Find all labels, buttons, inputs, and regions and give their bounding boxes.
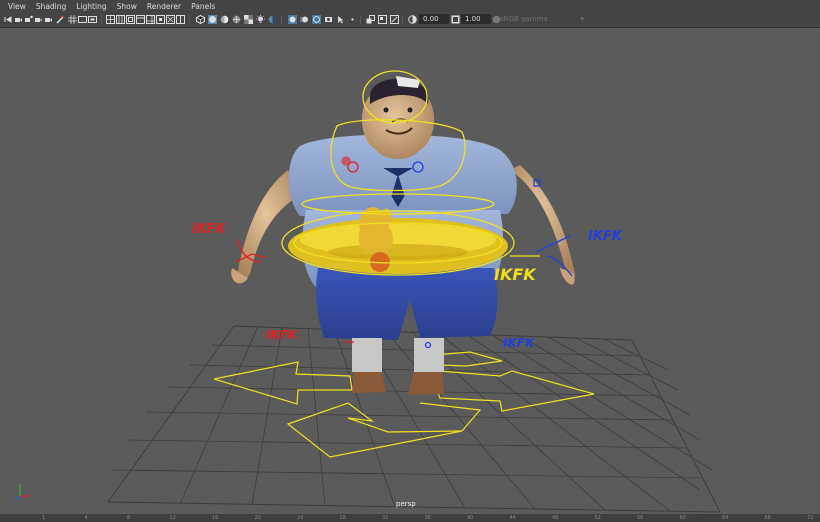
toolbar-separator	[101, 15, 102, 25]
hud-icon[interactable]	[378, 15, 387, 24]
time-ruler[interactable]: 1481216202428323640444852566064687276	[0, 514, 820, 522]
wireframe-shaded-icon[interactable]	[196, 15, 205, 24]
ruler-tick-label: 16	[212, 515, 219, 521]
default-material-icon[interactable]	[220, 15, 229, 24]
ruler-tick-label: 24	[297, 515, 304, 521]
ikfk-spine-label[interactable]: IKFK	[494, 265, 537, 284]
exposure-icon[interactable]	[408, 15, 417, 24]
ruler-tick-label: 20	[254, 515, 261, 521]
ikfk-right-arm-label[interactable]: IKFK	[192, 222, 227, 237]
snap-icon[interactable]	[348, 15, 357, 24]
2d-pan-zoom-icon[interactable]	[44, 15, 53, 24]
menu-lighting[interactable]: Lighting	[71, 0, 111, 13]
safe-action-icon[interactable]	[126, 15, 135, 24]
ikfk-left-leg-label[interactable]: IKFK	[503, 336, 536, 350]
isolate-select-icon[interactable]	[156, 15, 165, 24]
view-transform-value: sRGB gamma	[500, 15, 548, 23]
ruler-tick-label: 44	[509, 515, 516, 521]
chevron-down-icon: ▾	[580, 15, 584, 23]
ruler-tick-label: 32	[382, 515, 389, 521]
ruler-tick-label: 68	[764, 515, 771, 521]
wireframe-on-shaded-icon[interactable]	[232, 15, 241, 24]
menu-show[interactable]: Show	[112, 0, 142, 13]
ruler-tick-label: 40	[467, 515, 474, 521]
view-transform-dropdown[interactable]: sRGB gamma ▾	[500, 14, 586, 25]
film-gate-icon[interactable]	[78, 15, 87, 24]
ikfk-right-leg-label[interactable]: IKFK	[266, 328, 299, 342]
smooth-shade-icon[interactable]	[208, 15, 217, 24]
exposure-field[interactable]	[419, 14, 449, 24]
ikfk-left-arm-label[interactable]: IKFK	[588, 229, 623, 244]
shadows-icon[interactable]	[268, 15, 277, 24]
ruler-tick-label: 72	[807, 515, 814, 521]
camera-name-label: persp	[396, 500, 416, 508]
menu-bar: View Shading Lighting Show Renderer Pane…	[0, 0, 820, 14]
gamma-icon[interactable]	[451, 15, 460, 24]
field-chart-icon[interactable]	[116, 15, 125, 24]
camera-gate-icon[interactable]	[390, 15, 399, 24]
select-camera-icon[interactable]	[4, 15, 13, 24]
menu-renderer[interactable]: Renderer	[142, 0, 186, 13]
wireframe-icon[interactable]	[146, 15, 155, 24]
ruler-tick-label: 36	[424, 515, 431, 521]
toolbar-separator	[402, 15, 403, 25]
grease-pencil-icon[interactable]	[56, 15, 65, 24]
ruler-tick-label: 48	[552, 515, 559, 521]
textured-icon[interactable]	[244, 15, 253, 24]
ruler-tick-label: 28	[339, 515, 346, 521]
menu-panels[interactable]: Panels	[186, 0, 220, 13]
camera-attributes-icon[interactable]	[14, 15, 23, 24]
motion-blur-icon[interactable]	[300, 15, 309, 24]
panel-toolbar: sRGB gamma ▾	[0, 13, 820, 28]
cursor-icon[interactable]	[336, 15, 345, 24]
ruler-tick-label: 8	[127, 515, 131, 521]
isolate-view-icon[interactable]	[366, 15, 375, 24]
safe-title-icon[interactable]	[136, 15, 145, 24]
gate-mask-icon[interactable]	[106, 15, 115, 24]
lights-icon[interactable]	[256, 15, 265, 24]
ruler-tick-label: 64	[722, 515, 729, 521]
ruler-tick-label: 4	[84, 515, 88, 521]
xray-icon[interactable]	[166, 15, 175, 24]
toolbar-separator	[281, 15, 282, 25]
ruler-tick-label: 52	[594, 515, 601, 521]
menu-shading[interactable]: Shading	[31, 0, 71, 13]
ruler-tick-label: 1	[42, 515, 46, 521]
gamma-field[interactable]	[461, 14, 491, 24]
resolution-gate-icon[interactable]	[88, 15, 97, 24]
bookmark-icon[interactable]	[24, 15, 33, 24]
grid-toggle-icon[interactable]	[68, 15, 77, 24]
toolbar-separator	[189, 15, 190, 25]
image-plane-icon[interactable]	[34, 15, 43, 24]
ruler-tick-label: 56	[637, 515, 644, 521]
xray-joints-icon[interactable]	[176, 15, 185, 24]
multisample-aa-icon[interactable]	[312, 15, 321, 24]
3d-viewport[interactable]: IKFK IKFK IKFK IKFK IKFK persp	[0, 28, 820, 514]
screen-space-ao-icon[interactable]	[288, 15, 297, 24]
menu-view[interactable]: View	[0, 0, 31, 13]
axis-gizmo-icon	[14, 484, 30, 501]
viewport-scene: IKFK IKFK IKFK IKFK IKFK	[14, 70, 721, 513]
depth-of-field-icon[interactable]	[324, 15, 333, 24]
ruler-tick-label: 12	[169, 515, 176, 521]
ruler-tick-label: 60	[679, 515, 686, 521]
toolbar-separator	[360, 15, 361, 25]
